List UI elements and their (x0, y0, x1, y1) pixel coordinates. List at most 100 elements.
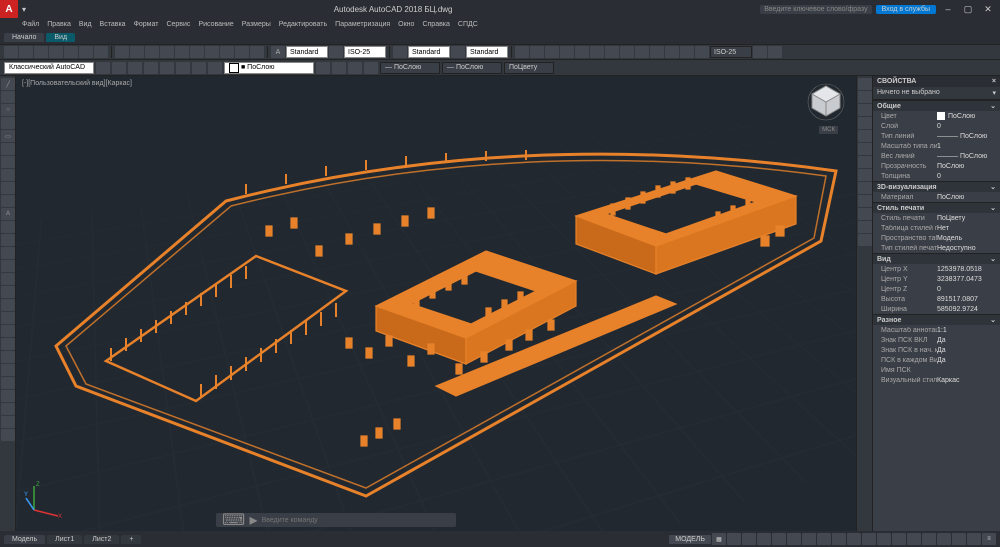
tool-icon[interactable] (1, 364, 15, 376)
draw-spline-icon[interactable] (1, 156, 15, 168)
tool-icon[interactable] (768, 46, 782, 58)
tool-icon[interactable] (49, 46, 63, 58)
lineweight-combo[interactable]: — ПоСлою (442, 62, 502, 74)
space-toggle[interactable]: МОДЕЛЬ (669, 535, 711, 544)
status-snap-icon[interactable] (727, 533, 741, 545)
table-icon[interactable] (1, 234, 15, 246)
status-grid-icon[interactable]: ▦ (712, 533, 726, 545)
prop-row[interactable]: Слой0 (873, 121, 1000, 131)
draw-rect-icon[interactable]: ▭ (1, 130, 15, 142)
tool-icon[interactable] (4, 46, 18, 58)
prop-group-header[interactable]: Стиль печати⌄ (873, 202, 1000, 213)
prop-value[interactable]: Да (937, 337, 1000, 344)
tool-icon[interactable] (1, 260, 15, 272)
menu-spds[interactable]: СПДС (458, 21, 478, 28)
prop-value[interactable]: Недоступно (937, 245, 1000, 252)
tool-icon[interactable] (364, 62, 378, 74)
chevron-down-icon[interactable]: ⌄ (990, 183, 996, 191)
dim-style-2-combo[interactable]: ISO-25 (710, 46, 752, 58)
layout-tab-add[interactable]: + (121, 535, 141, 544)
status-clean-icon[interactable] (967, 533, 981, 545)
layer-combo[interactable]: ■ ПоСлою (224, 62, 314, 74)
prop-value[interactable]: ПоСлою (937, 112, 1000, 120)
nav-zoom-icon[interactable] (858, 104, 872, 116)
prop-value[interactable]: 585092.9724 (937, 306, 1000, 313)
prop-row[interactable]: Центр Y3238377.0473 (873, 274, 1000, 284)
status-annomon-icon[interactable] (862, 533, 876, 545)
login-button[interactable]: Вход в службы (876, 5, 936, 14)
text-style-icon[interactable]: A (271, 46, 285, 58)
menu-tools[interactable]: Сервис (166, 21, 190, 28)
prop-value[interactable]: 1253978.0518 (937, 266, 1000, 273)
tool-icon[interactable] (1, 429, 15, 441)
layout-tab-sheet1[interactable]: Лист1 (47, 535, 82, 544)
plotcolor-combo[interactable]: ПоЦвету (504, 62, 554, 74)
tool-icon[interactable] (250, 46, 264, 58)
tool-icon[interactable] (160, 62, 174, 74)
mleader-style-combo[interactable]: Standard (466, 46, 508, 58)
status-isolate-icon[interactable] (952, 533, 966, 545)
maximize-icon[interactable]: ▢ (960, 2, 976, 16)
tool-icon[interactable] (605, 46, 619, 58)
tool-icon[interactable] (590, 46, 604, 58)
status-qp-icon[interactable] (892, 533, 906, 545)
tool-icon[interactable] (192, 62, 206, 74)
tool-icon[interactable] (635, 46, 649, 58)
workspace-combo[interactable]: Классический AutoCAD (4, 62, 94, 74)
status-customize-icon[interactable]: ≡ (982, 533, 996, 545)
menu-file[interactable]: Файл (22, 21, 39, 28)
nav-pan-icon[interactable] (858, 91, 872, 103)
status-otrack-icon[interactable] (802, 533, 816, 545)
tool-icon[interactable] (235, 46, 249, 58)
tool-icon[interactable] (680, 46, 694, 58)
table-style-combo[interactable]: Standard (408, 46, 450, 58)
menu-draw[interactable]: Рисование (198, 21, 233, 28)
viewport-label[interactable]: [-][Пользовательский вид][Каркас] (22, 80, 132, 87)
prop-row[interactable]: ПрозрачностьПоСлою (873, 161, 1000, 171)
prop-value[interactable]: 0 (937, 286, 1000, 293)
status-qs-icon[interactable] (847, 533, 861, 545)
tool-icon[interactable] (128, 62, 142, 74)
tool-icon[interactable] (144, 62, 158, 74)
prop-group-header[interactable]: 3D-визуализация⌄ (873, 181, 1000, 192)
prop-row[interactable]: Знак ПСК в нач. коо...Да (873, 345, 1000, 355)
chevron-down-icon[interactable]: ⌄ (990, 102, 996, 110)
tool-icon[interactable] (176, 62, 190, 74)
menu-help[interactable]: Справка (422, 21, 449, 28)
prop-value[interactable]: 3238377.0473 (937, 276, 1000, 283)
tool-icon[interactable] (145, 46, 159, 58)
menu-format[interactable]: Формат (134, 21, 159, 28)
wcs-badge[interactable]: МСК (819, 126, 838, 134)
tool-icon[interactable] (94, 46, 108, 58)
prop-value[interactable]: Каркас (937, 377, 1000, 384)
tool-icon[interactable] (1, 403, 15, 415)
prop-row[interactable]: МатериалПоСлою (873, 192, 1000, 202)
nav-tool-icon[interactable] (858, 169, 872, 181)
block-icon[interactable] (1, 221, 15, 233)
tool-icon[interactable] (208, 62, 222, 74)
tool-icon[interactable] (1, 351, 15, 363)
properties-selection[interactable]: Ничего не выбрано▾ (873, 87, 1000, 100)
tool-icon[interactable] (316, 62, 330, 74)
tool-icon[interactable] (190, 46, 204, 58)
tool-icon[interactable] (175, 46, 189, 58)
chevron-down-icon[interactable]: ⌄ (990, 255, 996, 263)
nav-tool-icon[interactable] (858, 221, 872, 233)
status-tool-icon[interactable] (937, 533, 951, 545)
prop-row[interactable]: Тип стилей печатиНедоступно (873, 243, 1000, 253)
command-input[interactable] (262, 517, 450, 524)
draw-arc-icon[interactable] (1, 117, 15, 129)
menu-window[interactable]: Окно (398, 21, 414, 28)
prop-value[interactable]: ПоСлою (937, 163, 1000, 170)
tool-icon[interactable] (1, 299, 15, 311)
minimize-icon[interactable]: – (940, 2, 956, 16)
viewport[interactable]: [-][Пользовательский вид][Каркас] МСК Z … (16, 76, 856, 531)
prop-value[interactable]: 0 (937, 173, 1000, 180)
tool-icon[interactable] (1, 325, 15, 337)
status-units-icon[interactable] (877, 533, 891, 545)
prop-value[interactable]: ПоСлою (937, 194, 1000, 201)
text-icon[interactable]: A (1, 208, 15, 220)
nav-showmotion-icon[interactable] (858, 143, 872, 155)
tool-icon[interactable] (695, 46, 709, 58)
tool-icon[interactable] (560, 46, 574, 58)
